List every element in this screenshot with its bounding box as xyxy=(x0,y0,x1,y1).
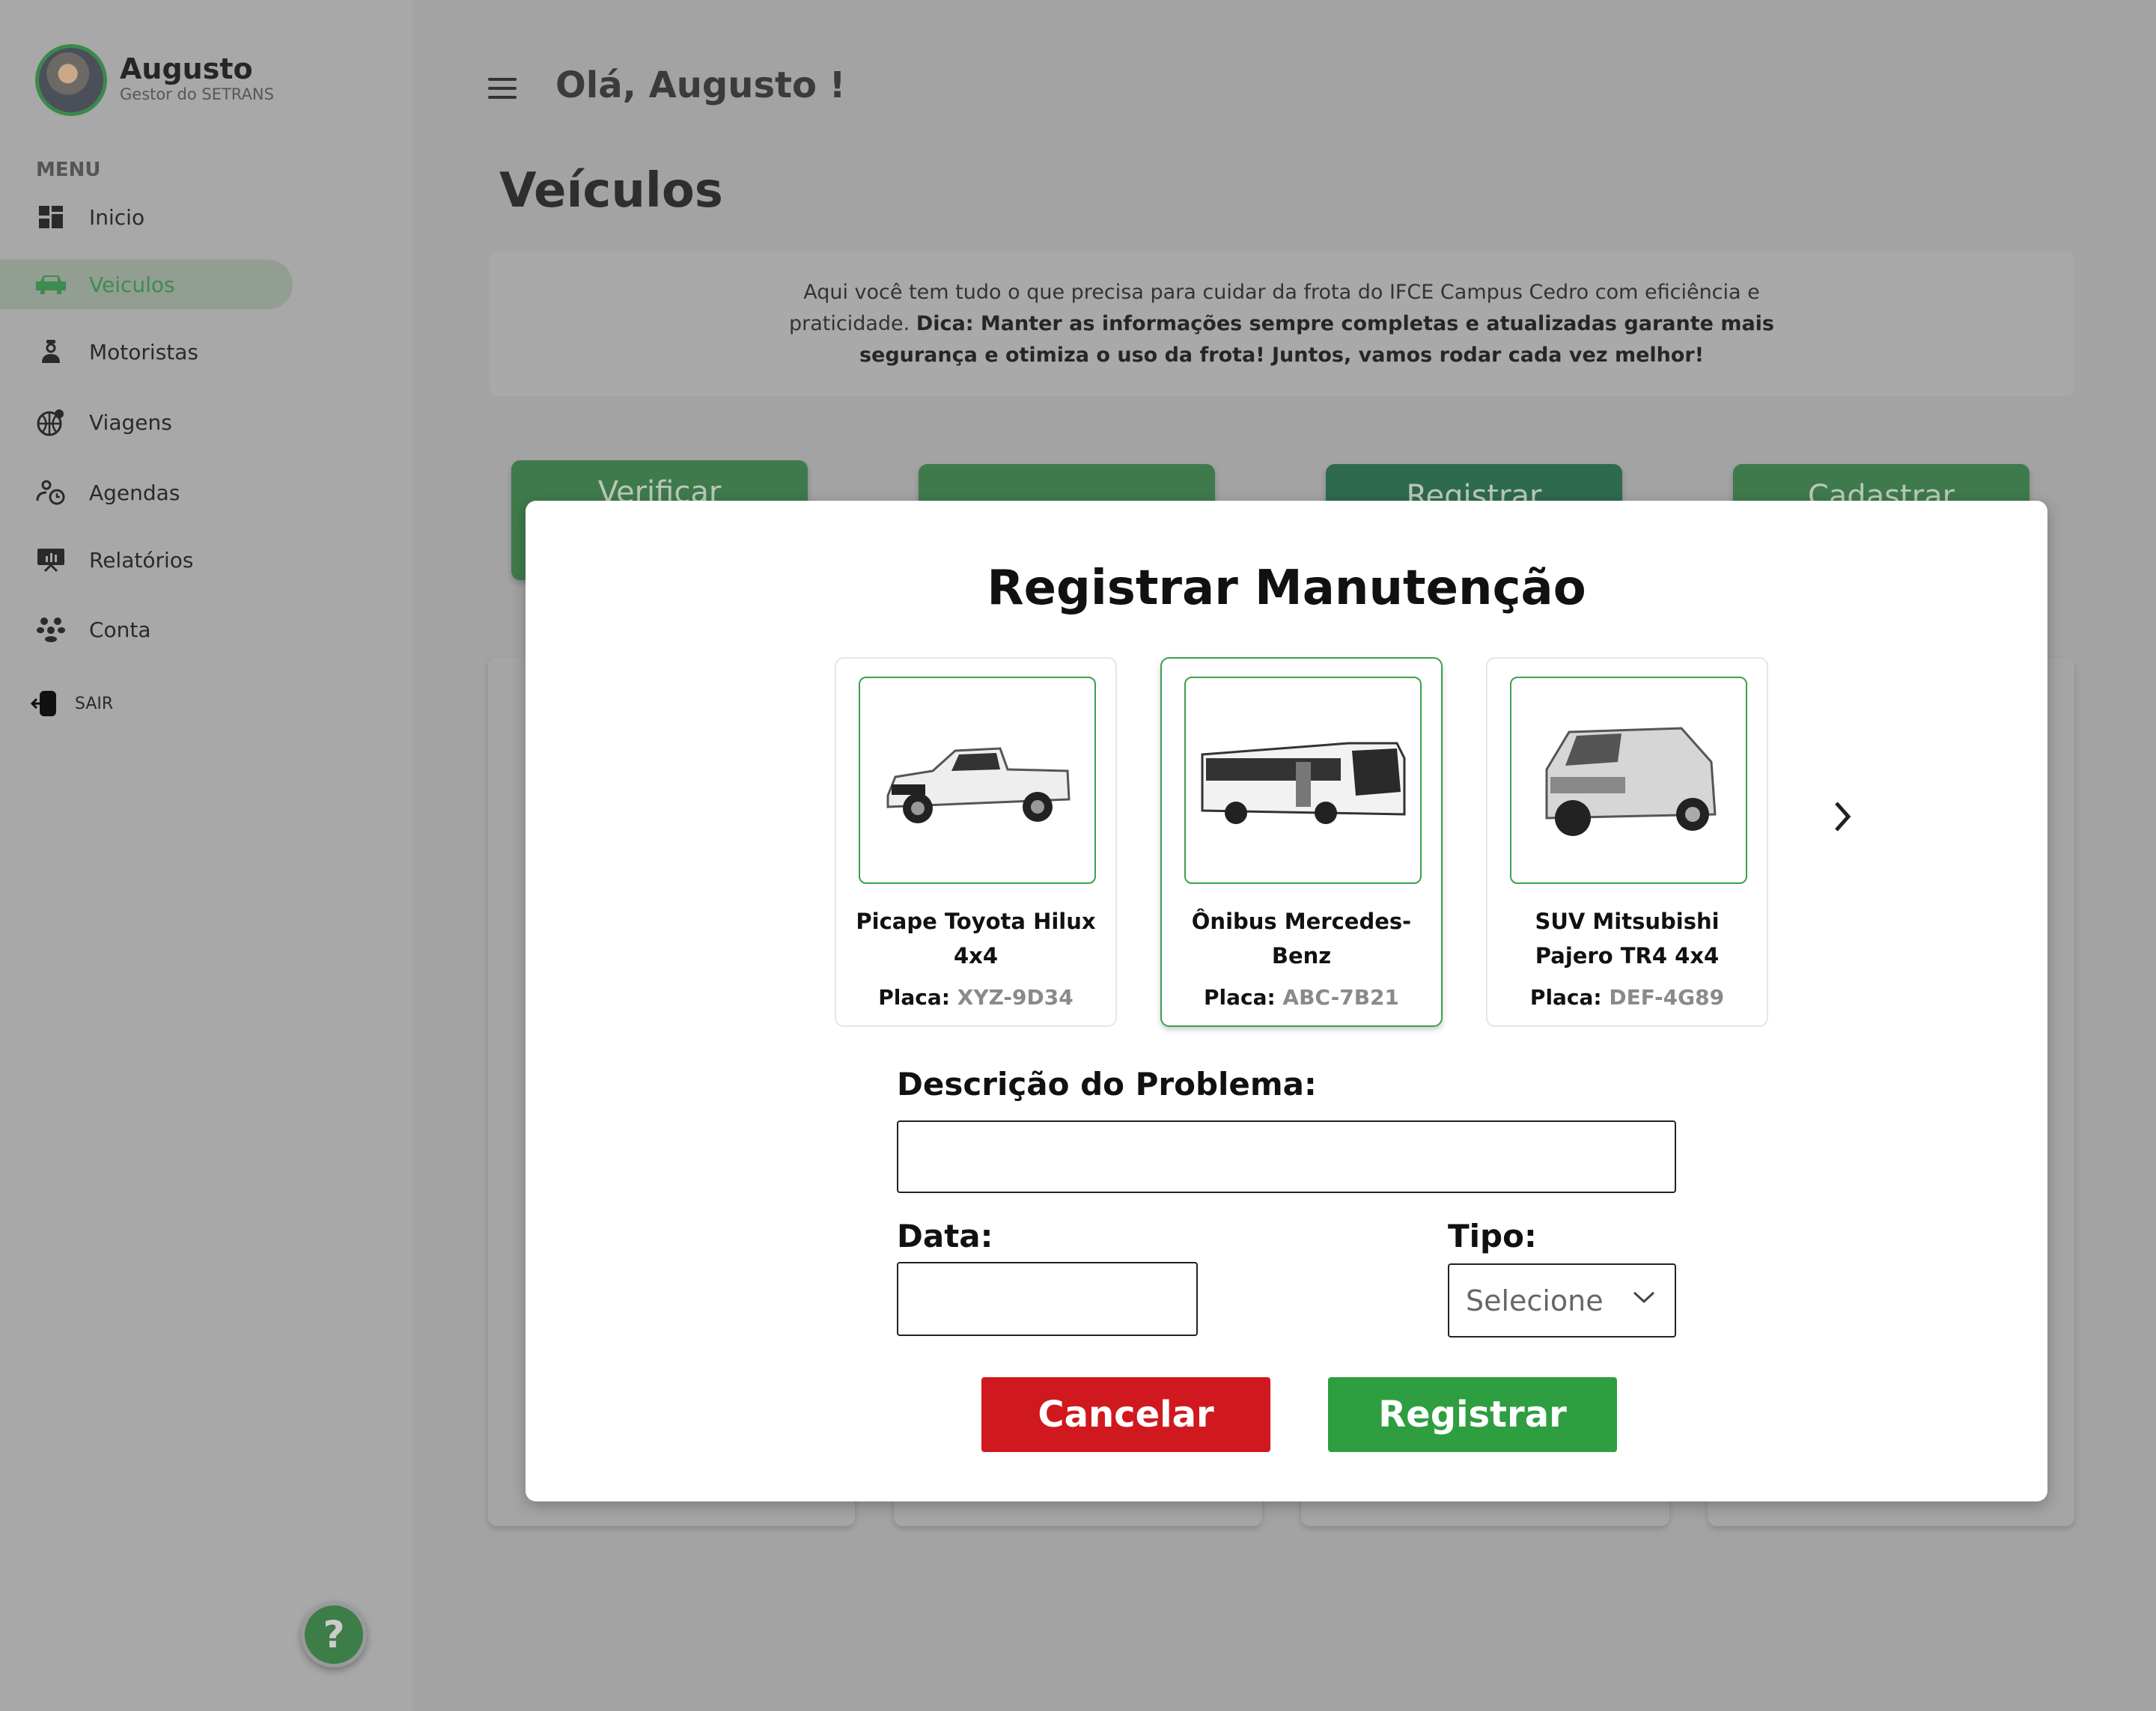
sidebar-item-relatorios[interactable]: Relatórios xyxy=(0,535,293,585)
type-label: Tipo: xyxy=(1448,1218,1537,1254)
date-label: Data: xyxy=(897,1218,993,1254)
driver-icon xyxy=(36,337,66,367)
description-label: Descrição do Problema: xyxy=(897,1066,1317,1102)
sidebar-item-viagens[interactable]: Viagens xyxy=(0,397,293,447)
cancel-button[interactable]: Cancelar xyxy=(981,1377,1270,1452)
vehicle-card-selected[interactable]: Ônibus Mercedes-Benz Placa: ABC-7B21 xyxy=(1160,657,1443,1027)
chart-board-icon xyxy=(36,545,66,575)
sidebar-item-veiculos[interactable]: Veiculos xyxy=(0,260,293,309)
vehicle-name: Picape Toyota Hilux 4x4 xyxy=(856,909,1096,969)
info-tip: Dica: Manter as informações sempre compl… xyxy=(859,311,1775,367)
sidebar-item-label: Relatórios xyxy=(89,547,194,573)
submit-button[interactable]: Registrar xyxy=(1328,1377,1617,1452)
date-input[interactable] xyxy=(897,1262,1198,1336)
description-input[interactable] xyxy=(897,1120,1676,1193)
logout-label: SAIR xyxy=(75,694,114,713)
logout-icon xyxy=(30,689,60,719)
type-select-value: Selecione xyxy=(1466,1284,1604,1317)
sidebar-item-label: Viagens xyxy=(89,409,172,435)
info-banner: Aqui você tem tudo o que precisa para cu… xyxy=(490,251,2074,396)
suv-image xyxy=(1510,677,1747,884)
menu-toggle-icon[interactable] xyxy=(488,78,517,99)
sidebar-item-inicio[interactable]: Inicio xyxy=(0,192,293,242)
type-select[interactable]: Selecione xyxy=(1448,1263,1676,1338)
vehicle-plate: Placa: XYZ-9D34 xyxy=(878,985,1074,1010)
page-title: Veículos xyxy=(499,163,723,219)
sidebar-item-motoristas[interactable]: Motoristas xyxy=(0,327,293,376)
group-icon xyxy=(36,614,66,644)
avatar[interactable] xyxy=(35,44,107,116)
user-clock-icon xyxy=(36,478,66,507)
sidebar-item-label: Veiculos xyxy=(89,272,175,297)
sidebar-item-label: Inicio xyxy=(89,204,145,230)
pickup-image xyxy=(859,677,1096,884)
help-button[interactable]: ? xyxy=(301,1602,367,1668)
sidebar: Augusto Gestor do SETRANS MENU Inicio Ve… xyxy=(0,0,412,1711)
vehicle-plate: Placa: ABC-7B21 xyxy=(1203,985,1400,1010)
vehicle-plate: Placa: DEF-4G89 xyxy=(1529,985,1725,1010)
user-role: Gestor do SETRANS xyxy=(120,85,274,103)
vehicle-card[interactable]: Picape Toyota Hilux 4x4 Placa: XYZ-9D34 xyxy=(835,657,1117,1027)
sidebar-item-label: Conta xyxy=(89,617,151,642)
greeting: Olá, Augusto ! xyxy=(555,64,846,106)
car-icon xyxy=(36,269,66,299)
sidebar-item-agendas[interactable]: Agendas xyxy=(0,468,293,517)
logout-button[interactable]: SAIR xyxy=(0,679,293,728)
vehicle-name: Ônibus Mercedes-Benz xyxy=(1191,909,1412,969)
sidebar-item-conta[interactable]: Conta xyxy=(0,605,293,654)
sidebar-item-label: Agendas xyxy=(89,480,180,505)
chevron-down-icon xyxy=(1633,1284,1655,1311)
modal-title: Registrar Manutenção xyxy=(987,561,1586,616)
globe-pin-icon xyxy=(36,407,66,437)
chevron-right-icon[interactable] xyxy=(1832,800,1853,842)
sidebar-item-label: Motoristas xyxy=(89,339,199,365)
maintenance-modal: Registrar Manutenção Picape Toyota Hilux… xyxy=(526,501,2047,1501)
menu-heading: MENU xyxy=(36,159,101,181)
user-name: Augusto xyxy=(120,52,253,85)
vehicle-name: SUV Mitsubishi Pajero TR4 4x4 xyxy=(1535,909,1720,969)
dashboard-icon xyxy=(36,202,66,232)
vehicle-card[interactable]: SUV Mitsubishi Pajero TR4 4x4 Placa: DEF… xyxy=(1486,657,1768,1027)
bus-image xyxy=(1184,677,1422,884)
